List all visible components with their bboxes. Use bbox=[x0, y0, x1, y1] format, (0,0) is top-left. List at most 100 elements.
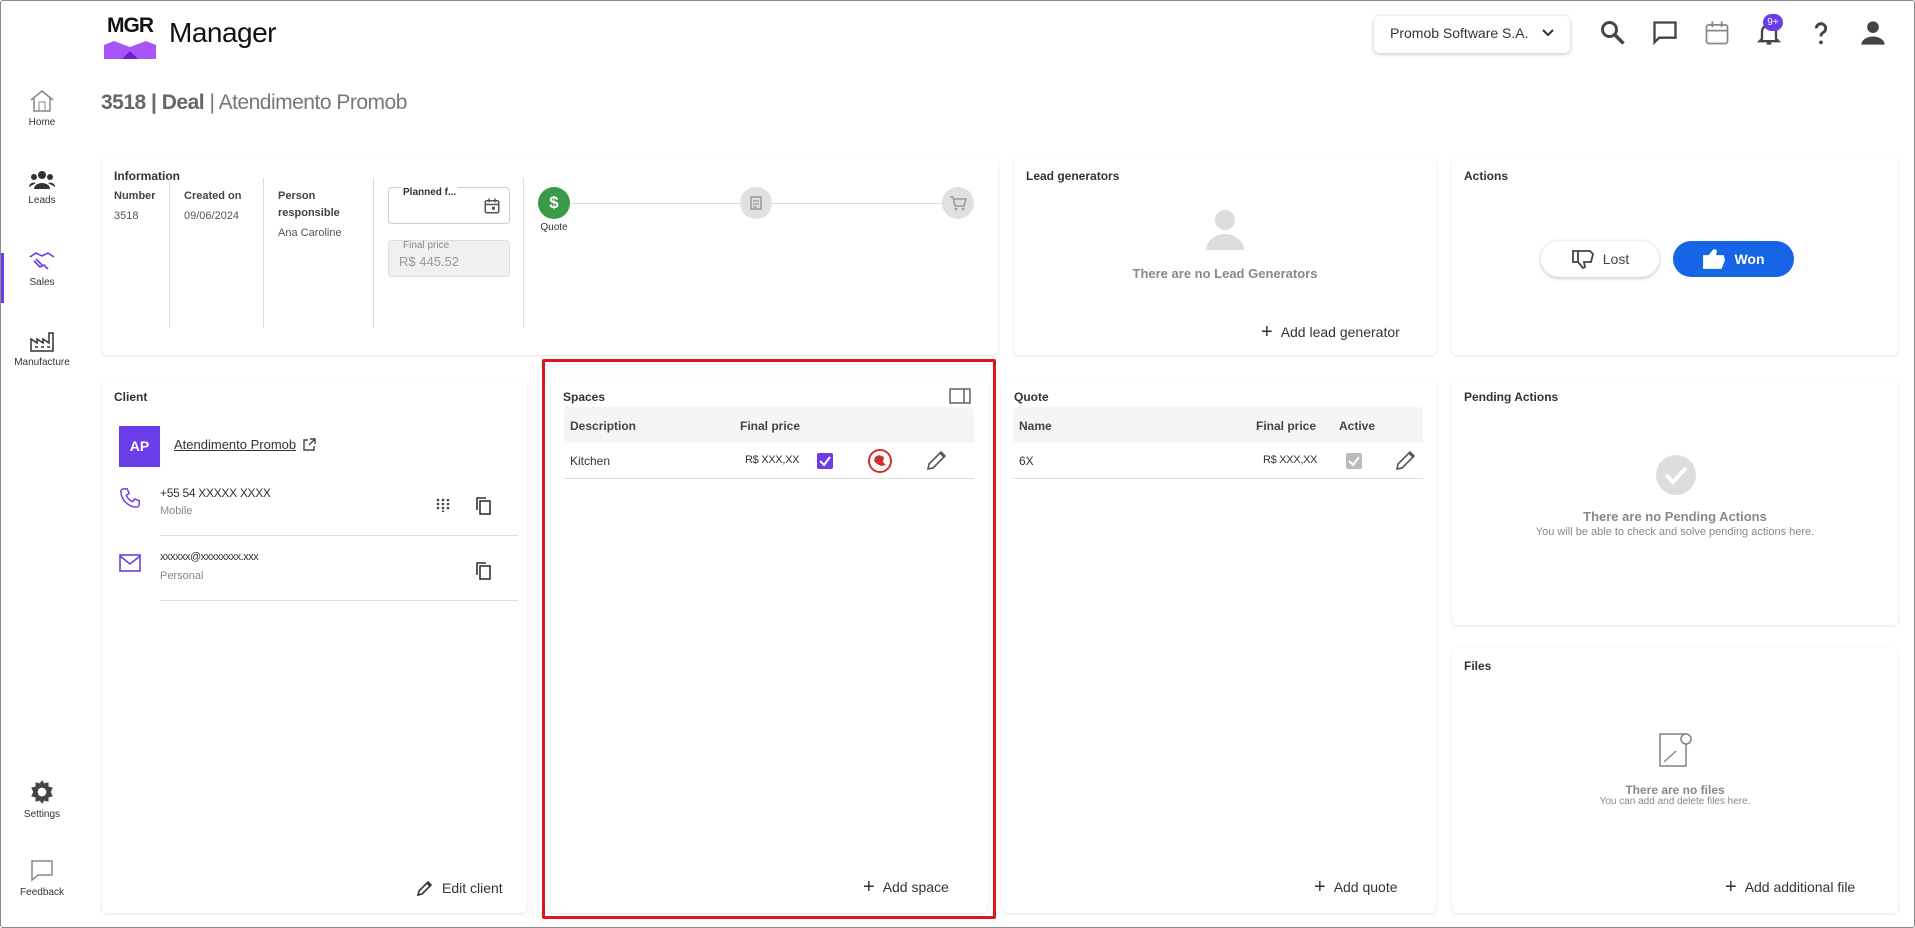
spaces-card: Spaces Description Final price Kitchen R… bbox=[551, 379, 988, 913]
spaces-table-header: Description Final price bbox=[564, 407, 974, 443]
search-icon[interactable] bbox=[1599, 19, 1627, 47]
files-card: Files There are no files You can add and… bbox=[1452, 648, 1898, 913]
space-checkbox[interactable] bbox=[817, 453, 833, 469]
document-icon bbox=[750, 196, 762, 210]
app-name: Manager bbox=[169, 17, 277, 48]
app-logo[interactable]: MGR bbox=[104, 12, 156, 59]
users-icon bbox=[29, 171, 55, 189]
field-label: Final price bbox=[403, 240, 450, 251]
quote-active-checkbox bbox=[1346, 453, 1362, 469]
calendar-icon[interactable] bbox=[1703, 19, 1731, 47]
quote-price: R$ XXX,XX bbox=[1263, 454, 1318, 466]
plus-icon: + bbox=[1725, 876, 1737, 898]
card-title: Spaces bbox=[563, 390, 606, 404]
info-person: Person responsible Ana Caroline bbox=[278, 188, 368, 239]
email-icon bbox=[119, 554, 141, 572]
button-label: Add quote bbox=[1333, 879, 1398, 895]
planned-date-field[interactable]: Planned f... bbox=[388, 187, 510, 224]
plus-icon: + bbox=[1261, 321, 1273, 343]
deal-number: 3518 bbox=[101, 91, 146, 114]
info-value: 09/06/2024 bbox=[184, 210, 240, 222]
add-lead-generator-button[interactable]: + Add lead generator bbox=[1261, 321, 1400, 343]
space-description: Kitchen bbox=[570, 454, 611, 468]
lead-generators-card: Lead generators There are no Lead Genera… bbox=[1014, 158, 1436, 355]
panel-toggle-icon[interactable] bbox=[949, 388, 971, 404]
email-type: Personal bbox=[160, 570, 204, 582]
chat-icon[interactable] bbox=[1651, 19, 1679, 47]
edit-client-button[interactable]: Edit client bbox=[416, 879, 503, 897]
client-email: xxxxxx@xxxxxxxx.xxx bbox=[160, 551, 259, 563]
won-button[interactable]: Won bbox=[1673, 241, 1794, 277]
handshake-icon bbox=[29, 252, 55, 270]
check-circle-icon bbox=[1656, 455, 1696, 495]
step-document[interactable] bbox=[740, 187, 772, 219]
sidebar-label: Leads bbox=[28, 195, 56, 206]
add-additional-file-button[interactable]: + Add additional file bbox=[1725, 876, 1856, 898]
client-name-link[interactable]: Atendimento Promob bbox=[174, 437, 316, 452]
info-value: Ana Caroline bbox=[278, 227, 342, 239]
lost-button[interactable]: Lost bbox=[1541, 241, 1659, 277]
page-title: 3518 | Deal | Atendimento Promob bbox=[101, 91, 407, 114]
plus-icon: + bbox=[1314, 876, 1326, 898]
thumbs-down-icon bbox=[1571, 250, 1594, 269]
sidebar-item-manufacture[interactable]: Manufacture bbox=[1, 329, 83, 368]
info-value: 3518 bbox=[114, 210, 139, 222]
button-label: Add lead generator bbox=[1280, 324, 1400, 340]
calendar-icon[interactable] bbox=[483, 197, 501, 215]
sidebar-item-leads[interactable]: Leads bbox=[1, 169, 83, 206]
information-card: Information Number 3518 Created on 09/06… bbox=[102, 158, 998, 355]
sidebar-item-feedback[interactable]: Feedback bbox=[1, 859, 83, 898]
render-icon[interactable] bbox=[867, 448, 893, 474]
card-title: Pending Actions bbox=[1464, 390, 1559, 404]
dialpad-icon[interactable] bbox=[436, 498, 450, 512]
thumbs-up-icon bbox=[1703, 249, 1726, 269]
pencil-icon[interactable] bbox=[1395, 449, 1417, 471]
logo-text: MGR bbox=[107, 14, 154, 37]
add-quote-button[interactable]: + Add quote bbox=[1314, 876, 1398, 898]
sidebar-item-home[interactable]: Home bbox=[1, 89, 83, 128]
add-space-button[interactable]: + Add space bbox=[863, 877, 949, 897]
table-row[interactable]: Kitchen R$ XXX,XX bbox=[564, 443, 974, 479]
pencil-icon bbox=[416, 880, 433, 897]
company-select[interactable]: Promob Software S.A. bbox=[1374, 16, 1570, 53]
sidebar-label: Feedback bbox=[20, 887, 64, 898]
divider bbox=[160, 535, 518, 536]
copy-icon[interactable] bbox=[475, 562, 491, 580]
info-created: Created on 09/06/2024 bbox=[184, 188, 241, 222]
external-link-icon bbox=[303, 437, 316, 451]
client-avatar: AP bbox=[119, 426, 160, 467]
sidebar-item-settings[interactable]: Settings bbox=[1, 779, 83, 820]
space-price: R$ XXX,XX bbox=[745, 454, 800, 466]
card-title: Files bbox=[1464, 659, 1492, 673]
field-value: R$ 445.52 bbox=[399, 254, 459, 269]
step-order[interactable] bbox=[942, 187, 974, 219]
copy-icon[interactable] bbox=[475, 497, 491, 515]
card-title: Actions bbox=[1464, 169, 1509, 183]
sidebar-label: Sales bbox=[29, 277, 55, 288]
pencil-icon[interactable] bbox=[926, 449, 948, 471]
step-quote[interactable]: $ bbox=[538, 187, 570, 219]
info-label: Person responsible bbox=[278, 190, 340, 219]
help-icon[interactable] bbox=[1807, 19, 1835, 47]
divider bbox=[373, 178, 374, 328]
quote-card: Quote Name Final price Active 6X R$ XXX,… bbox=[1002, 379, 1436, 913]
sidebar-item-sales[interactable]: Sales bbox=[1, 249, 83, 288]
table-row[interactable]: 6X R$ XXX,XX bbox=[1013, 443, 1423, 479]
button-label: Edit client bbox=[442, 880, 503, 896]
button-label: Add additional file bbox=[1744, 879, 1856, 895]
phone-type: Mobile bbox=[160, 505, 193, 517]
file-icon bbox=[1659, 733, 1692, 767]
card-title: Quote bbox=[1014, 390, 1049, 404]
deal-label: Deal bbox=[161, 91, 205, 114]
info-number: Number 3518 bbox=[114, 188, 156, 222]
sidebar-label: Home bbox=[28, 117, 56, 128]
company-name: Promob Software S.A. bbox=[1390, 25, 1529, 41]
logo-shape-icon bbox=[104, 41, 156, 59]
check-icon bbox=[819, 456, 831, 467]
actions-card: Actions Lost Won bbox=[1452, 158, 1898, 355]
user-account-icon[interactable] bbox=[1859, 19, 1887, 47]
quote-name: 6X bbox=[1019, 454, 1034, 468]
sidebar: Home Leads Sales Manufacture Settings Fe… bbox=[1, 61, 83, 927]
column-header: Final price bbox=[740, 419, 801, 433]
pending-actions-card: Pending Actions There are no Pending Act… bbox=[1452, 379, 1898, 625]
